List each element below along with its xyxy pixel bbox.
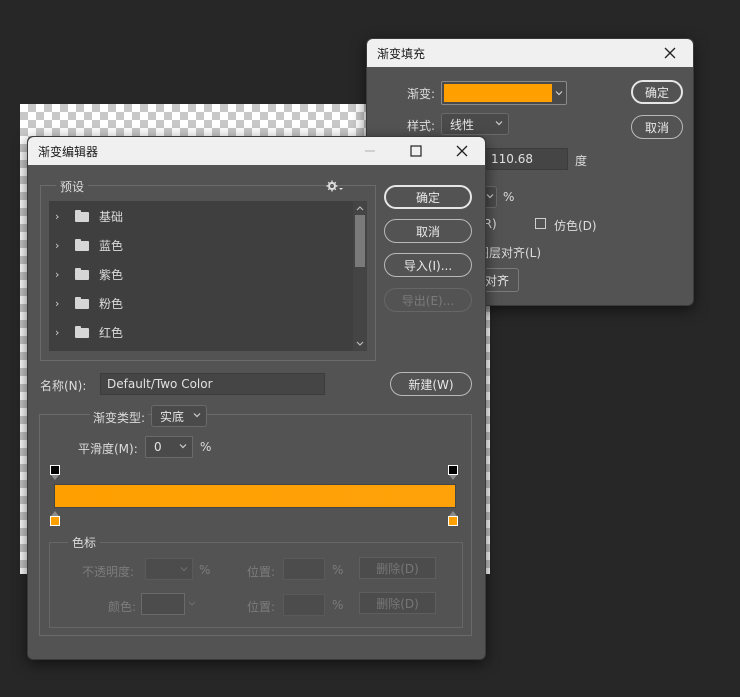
color-delete-button[interactable]: 删除(D)	[359, 592, 436, 614]
fill-ok-button[interactable]: 确定	[631, 80, 683, 104]
gradient-fill-titlebar: 渐变填充	[367, 39, 693, 67]
folder-icon	[75, 325, 89, 338]
smoothness-select[interactable]: 0	[145, 436, 193, 458]
chevron-up-icon[interactable]	[355, 204, 365, 212]
opacity-label: 不透明度:	[82, 565, 135, 579]
smoothness-value: 0	[154, 440, 162, 454]
preset-folder[interactable]: › 基础	[49, 202, 345, 231]
close-icon[interactable]	[647, 39, 693, 67]
preset-folder-label: 粉色	[99, 297, 124, 311]
angle-unit: 度	[575, 154, 588, 168]
gradient-type-select[interactable]: 实底	[151, 405, 207, 427]
scrollbar-thumb[interactable]	[355, 215, 365, 267]
folder-icon	[75, 238, 89, 251]
color-location-input[interactable]	[283, 594, 325, 616]
opacity-location-unit: %	[332, 563, 344, 577]
new-gradient-button[interactable]: 新建(W)	[390, 372, 472, 396]
gradient-editor-title: 渐变编辑器	[38, 145, 99, 159]
color-stop-left[interactable]	[50, 510, 60, 526]
chevron-right-icon[interactable]: ›	[55, 297, 75, 310]
preset-folder[interactable]: › 粉色	[49, 289, 345, 318]
color-location-unit: %	[332, 598, 344, 612]
stops-group	[49, 542, 463, 628]
chevron-down-icon[interactable]	[355, 340, 365, 348]
opacity-input[interactable]	[145, 558, 193, 580]
gradient-label: 渐变:	[407, 87, 436, 101]
opacity-location-label: 位置:	[247, 565, 276, 579]
gradient-type-value: 实底	[160, 409, 185, 424]
folder-icon	[75, 209, 89, 222]
gear-icon[interactable]	[326, 179, 344, 193]
scale-unit: %	[503, 190, 515, 204]
export-button[interactable]: 导出(E)...	[384, 288, 472, 312]
opacity-stop-right[interactable]	[448, 465, 458, 481]
maximize-icon[interactable]	[393, 137, 439, 165]
preset-folder[interactable]: › 蓝色	[49, 231, 345, 260]
preset-folder-label: 红色	[99, 326, 124, 340]
preset-list[interactable]: › 基础 › 蓝色 › 紫色 › 粉色 › 红色	[49, 201, 367, 351]
gradient-type-label: 渐变类型:	[90, 409, 149, 426]
chevron-right-icon[interactable]: ›	[55, 326, 75, 339]
minimize-icon[interactable]	[347, 137, 393, 165]
dither-label[interactable]: 仿色(D)	[554, 217, 597, 234]
name-label: 名称(N):	[40, 379, 87, 393]
opacity-location-input[interactable]	[283, 558, 325, 580]
style-label: 样式:	[407, 119, 436, 133]
preset-folder-label: 紫色	[99, 268, 124, 282]
color-location-label: 位置:	[247, 600, 276, 614]
style-value: 线性	[450, 117, 475, 132]
color-label: 颜色:	[108, 600, 137, 614]
gradient-editor-dialog: 渐变编辑器 预设 › 基础 › 蓝色 › 紫色 › 粉色 › 红色 确定 取消 …	[27, 136, 486, 660]
gradient-name-input[interactable]: Default/Two Color	[100, 373, 325, 395]
color-stop-right[interactable]	[448, 510, 458, 526]
color-swatch[interactable]	[141, 593, 185, 615]
gradient-fill-title: 渐变填充	[377, 47, 426, 61]
gradient-editor-titlebar: 渐变编辑器	[28, 137, 485, 165]
preset-folder-label: 基础	[99, 210, 124, 224]
fill-cancel-button[interactable]: 取消	[631, 115, 683, 139]
close-icon[interactable]	[439, 137, 485, 165]
stops-group-label: 色标	[68, 534, 101, 551]
editor-ok-button[interactable]: 确定	[384, 185, 472, 209]
opacity-stop-left[interactable]	[50, 465, 60, 481]
presets-label: 预设	[56, 178, 89, 195]
chevron-down-icon	[179, 444, 187, 449]
opacity-unit: %	[199, 563, 211, 577]
chevron-down-icon	[486, 194, 494, 199]
smoothness-label: 平滑度(M):	[78, 442, 138, 456]
dither-checkbox[interactable]	[535, 218, 546, 229]
import-button[interactable]: 导入(I)...	[384, 253, 472, 277]
preset-folder[interactable]: › 红色	[49, 318, 345, 347]
folder-icon	[75, 296, 89, 309]
chevron-down-icon	[495, 121, 503, 126]
opacity-delete-button[interactable]: 删除(D)	[359, 557, 436, 579]
folder-icon	[75, 267, 89, 280]
smoothness-unit: %	[200, 440, 212, 454]
preset-folder[interactable]: › 紫色	[49, 260, 345, 289]
chevron-right-icon[interactable]: ›	[55, 239, 75, 252]
style-select[interactable]: 线性	[441, 113, 509, 135]
preset-folder-label: 蓝色	[99, 239, 124, 253]
chevron-down-icon	[188, 601, 196, 606]
gradient-swatch-picker[interactable]	[441, 81, 567, 105]
chevron-down-icon	[555, 91, 563, 96]
preset-scrollbar[interactable]	[353, 201, 367, 351]
chevron-right-icon[interactable]: ›	[55, 210, 75, 223]
editor-cancel-button[interactable]: 取消	[384, 219, 472, 243]
gradient-swatch	[444, 84, 552, 102]
align-layer-label[interactable]: 图层对齐(L)	[477, 244, 541, 261]
chevron-right-icon[interactable]: ›	[55, 268, 75, 281]
chevron-down-icon	[193, 413, 201, 418]
gradient-preview-bar[interactable]	[54, 484, 456, 508]
chevron-down-icon	[180, 567, 188, 572]
angle-input[interactable]: 110.68	[484, 148, 568, 170]
